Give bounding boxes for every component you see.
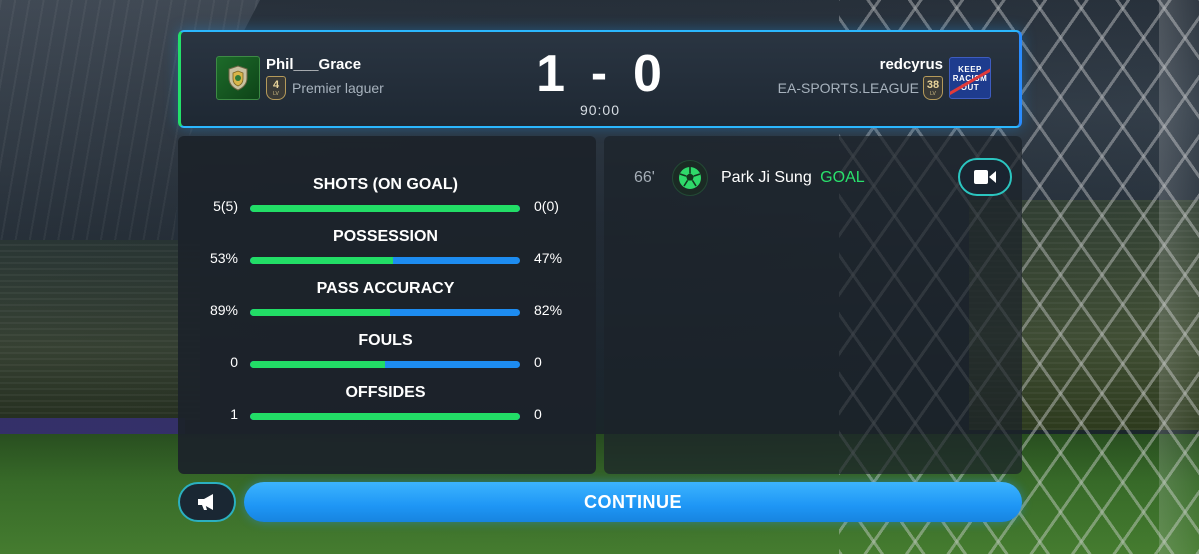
event-type: GOAL xyxy=(820,169,865,186)
stat-label: SHOTS (ON GOAL) xyxy=(313,176,458,193)
away-score: 0 xyxy=(632,45,664,103)
stat-bar xyxy=(250,309,520,316)
stat-offsides: OFFSIDES 1 0 xyxy=(178,384,596,436)
stat-away-value: 47% xyxy=(534,250,563,266)
stat-home-value: 1 xyxy=(230,406,238,422)
stat-bar xyxy=(250,361,520,368)
stat-label: PASS ACCURACY xyxy=(316,280,455,297)
video-camera-icon xyxy=(974,170,996,184)
replay-video-button[interactable] xyxy=(958,158,1012,196)
stat-home-value: 53% xyxy=(209,250,238,266)
continue-button[interactable]: CONTINUE xyxy=(244,482,1022,522)
score-separator: - xyxy=(591,47,609,100)
match-time: 90:00 xyxy=(579,102,621,118)
stat-bar xyxy=(250,257,520,264)
stat-shots: SHOTS (ON GOAL) 5(5) 0(0) xyxy=(178,176,596,228)
stat-away-value: 0 xyxy=(534,406,542,422)
stat-away-value: 0 xyxy=(534,354,542,370)
score-header: Phil___Grace 4 LV Premier laguer 1 - 0 9… xyxy=(178,30,1022,128)
football-icon xyxy=(672,160,708,196)
match-events-panel: 66' Park Ji Sung GOAL xyxy=(604,136,1022,474)
away-team-crest: KEEP RACISM OUT xyxy=(949,57,991,99)
stat-fouls: FOULS 0 0 xyxy=(178,332,596,384)
stat-label: FOULS xyxy=(358,332,413,349)
stat-label: POSSESSION xyxy=(333,228,438,245)
stat-bar xyxy=(250,413,520,420)
stat-home-value: 5(5) xyxy=(213,198,238,214)
stat-pass-accuracy: PASS ACCURACY 89% 82% xyxy=(178,280,596,332)
stat-away-value: 82% xyxy=(534,302,563,318)
stat-bar xyxy=(250,205,520,212)
stat-label: OFFSIDES xyxy=(345,384,426,401)
event-minute: 66' xyxy=(634,169,655,186)
event-player-name: Park Ji Sung xyxy=(721,169,812,186)
match-stats-panel: SHOTS (ON GOAL) 5(5) 0(0) POSSESSION 53%… xyxy=(178,136,596,474)
away-league: EA-SPORTS.LEAGUE xyxy=(777,80,919,96)
stat-home-value: 0 xyxy=(230,354,238,370)
announce-button[interactable] xyxy=(178,482,236,522)
megaphone-icon xyxy=(198,494,213,510)
scoreline: 1 - 0 xyxy=(536,46,664,102)
stat-possession: POSSESSION 53% 47% xyxy=(178,228,596,280)
stat-away-value: 0(0) xyxy=(534,198,559,214)
away-level: 38 xyxy=(926,78,940,91)
home-score: 1 xyxy=(536,45,567,103)
away-team-name: redcyrus xyxy=(879,56,943,73)
away-level-badge: 38 LV xyxy=(923,76,943,100)
away-team: redcyrus EA-SPORTS.LEAGUE 38 LV KEEP RAC… xyxy=(778,56,991,100)
stat-home-value: 89% xyxy=(209,302,238,318)
